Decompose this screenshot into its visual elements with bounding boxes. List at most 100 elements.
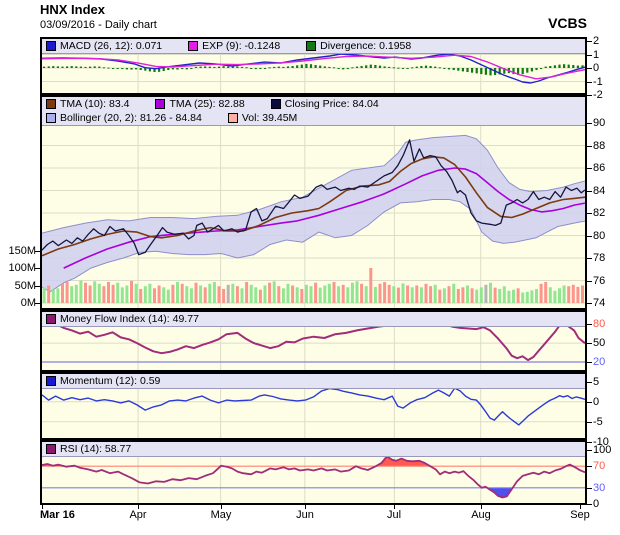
legend-item: Bollinger (20, 2): 81.26 - 84.84: [46, 112, 202, 124]
legend-item: EXP (9): -0.1248: [188, 40, 280, 52]
main-chart: [42, 97, 585, 308]
y-tick-label: 80: [593, 230, 605, 242]
legend-label: MACD (26, 12): 0.071: [60, 40, 162, 52]
legend-label: TMA (10): 83.4: [60, 98, 129, 110]
volume-tick-label: 0M: [0, 297, 36, 309]
y-tick-label: 76: [593, 275, 605, 287]
y-tick-label: 0: [593, 498, 599, 510]
y-tick-label: 20: [593, 356, 605, 368]
y-tick-label: 2: [593, 35, 599, 47]
legend-item: Momentum (12): 0.59: [46, 375, 160, 387]
volume-tick-label: 50M: [0, 280, 36, 292]
y-tick-label: 86: [593, 162, 605, 174]
y-tickmark: [587, 41, 592, 42]
chart-subtitle: 03/09/2016 - Daily chart: [40, 19, 157, 31]
legend-swatch-icon: [271, 99, 281, 109]
y-tick-label: -5: [593, 416, 603, 428]
y-tickmark: [587, 258, 592, 259]
legend-item: TMA (25): 82.88: [155, 98, 244, 110]
legend-swatch-icon: [46, 113, 56, 123]
x-tick-label: Aug: [471, 509, 491, 521]
macd-legend: MACD (26, 12): 0.071 EXP (9): -0.1248 Dive…: [42, 39, 585, 54]
y-tickmark: [587, 402, 592, 403]
y-tickmark: [587, 504, 592, 505]
mom-legend: Momentum (12): 0.59: [42, 374, 585, 389]
legend-swatch-icon: [306, 41, 316, 51]
y-tick-label: 78: [593, 252, 605, 264]
legend-item: RSI (14): 58.77: [46, 443, 131, 455]
y-tick-label: 84: [593, 185, 605, 197]
legend-swatch-icon: [188, 41, 198, 51]
y-tick-label: 82: [593, 207, 605, 219]
y-tick-label: 70: [593, 460, 605, 472]
y-tick-label: 90: [593, 117, 605, 129]
y-tick-label: 80: [593, 318, 605, 330]
y-tickmark: [587, 123, 592, 124]
y-tick-label: -1: [593, 76, 603, 88]
y-tickmark: [587, 55, 592, 56]
legend-swatch-icon: [228, 113, 238, 123]
legend-swatch-icon: [155, 99, 165, 109]
legend-label: RSI (14): 58.77: [60, 443, 131, 455]
x-tick-label: Apr: [129, 509, 146, 521]
y-tickmark: [587, 168, 592, 169]
y-tickmark: [587, 362, 592, 363]
money-flow-index-panel: Money Flow Index (14): 49.77: [40, 310, 587, 372]
legend-swatch-icon: [46, 99, 56, 109]
y-tick-label: 0: [593, 62, 599, 74]
y-tickmark: [587, 281, 592, 282]
y-tickmark: [587, 343, 592, 344]
legend-label: Money Flow Index (14): 49.77: [60, 313, 199, 325]
rsi-legend: RSI (14): 58.77: [42, 442, 585, 457]
y-tickmark: [587, 191, 592, 192]
legend-label: Vol: 39.45M: [242, 112, 297, 124]
price-panel: TMA (10): 83.4 TMA (25): 82.88 Closing Pri…: [40, 95, 587, 310]
page-title: HNX Index: [40, 2, 105, 17]
x-tick-label: Sep: [570, 509, 590, 521]
y-tickmark: [587, 450, 592, 451]
y-tickmark: [587, 442, 592, 443]
momentum-panel: Momentum (12): 0.59: [40, 372, 587, 440]
y-tick-label: 5: [593, 376, 599, 388]
macd-panel: MACD (26, 12): 0.071 EXP (9): -0.1248 Dive…: [40, 37, 587, 95]
stock-chart-window: HNX Index 03/09/2016 - Daily chart VCBS …: [0, 0, 620, 535]
rsi-panel: RSI (14): 58.77: [40, 440, 587, 505]
y-tickmark: [587, 382, 592, 383]
legend-swatch-icon: [46, 376, 56, 386]
brand-logo: VCBS: [548, 15, 587, 31]
y-tickmark: [587, 213, 592, 214]
y-tick-label: 100: [593, 444, 611, 456]
y-tick-label: -2: [593, 89, 603, 101]
x-tick-label: Jun: [296, 509, 314, 521]
y-tickmark: [587, 303, 592, 304]
y-tickmark: [587, 422, 592, 423]
y-tickmark: [587, 236, 592, 237]
y-tickmark: [587, 146, 592, 147]
legend-item: Vol: 39.45M: [228, 112, 297, 124]
y-tick-label: 88: [593, 140, 605, 152]
mfi-legend: Money Flow Index (14): 49.77: [42, 312, 585, 327]
y-tickmark: [587, 82, 592, 83]
legend-label: EXP (9): -0.1248: [202, 40, 280, 52]
legend-swatch-icon: [46, 444, 56, 454]
legend-swatch-icon: [46, 314, 56, 324]
y-tick-label: 0: [593, 396, 599, 408]
y-tickmark: [587, 324, 592, 325]
legend-item: Money Flow Index (14): 49.77: [46, 313, 199, 325]
momentum-line: [42, 388, 585, 425]
legend-item: TMA (10): 83.4: [46, 98, 129, 110]
y-tick-label: 50: [593, 337, 605, 349]
legend-label: Bollinger (20, 2): 81.26 - 84.84: [60, 112, 202, 124]
y-tickmark: [587, 466, 592, 467]
main-legend: TMA (10): 83.4 TMA (25): 82.88 Closing Pri…: [42, 97, 585, 126]
x-tick-label: May: [211, 509, 232, 521]
legend-swatch-icon: [46, 41, 56, 51]
legend-item: MACD (26, 12): 0.071: [46, 40, 162, 52]
legend-label: Momentum (12): 0.59: [60, 375, 160, 387]
legend-label: TMA (25): 82.88: [169, 98, 244, 110]
legend-label: Closing Price: 84.04: [285, 98, 379, 110]
x-tick-label: Jul: [387, 509, 401, 521]
legend-item: Divergence: 0.1958: [306, 40, 411, 52]
y-tickmark: [587, 68, 592, 69]
y-tick-label: 1: [593, 49, 599, 61]
